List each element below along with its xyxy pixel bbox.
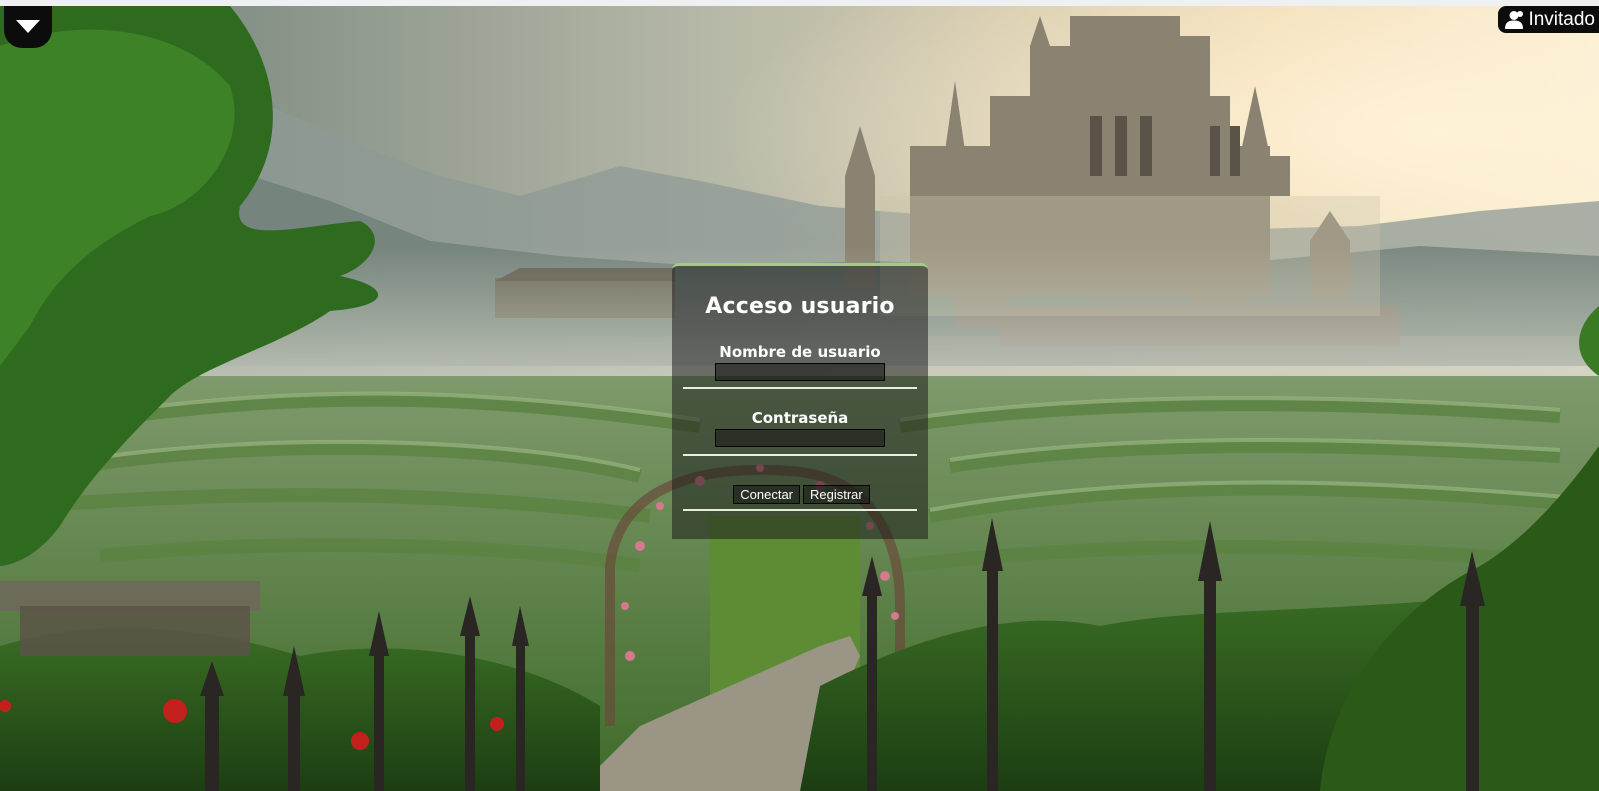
- username-separator: [683, 387, 917, 389]
- username-label: Nombre de usuario: [719, 343, 881, 361]
- password-separator: [683, 454, 917, 456]
- guest-user-badge[interactable]: Invitado: [1498, 6, 1599, 33]
- login-actions: Conectar Registrar: [672, 485, 928, 504]
- menu-toggle-button[interactable]: [4, 6, 52, 48]
- password-label: Contraseña: [751, 409, 849, 427]
- triangle-down-icon: [16, 20, 40, 33]
- register-button[interactable]: Registrar: [803, 485, 870, 504]
- user-icon: [1505, 10, 1524, 29]
- guest-label: Invitado: [1528, 8, 1595, 30]
- login-title: Acceso usuario: [705, 294, 895, 319]
- username-input[interactable]: [715, 363, 885, 381]
- login-page: Invitado Acceso usuario Nombre de usuari…: [0, 0, 1599, 791]
- password-input[interactable]: [715, 429, 885, 447]
- connect-button[interactable]: Conectar: [733, 485, 800, 504]
- login-panel: Acceso usuario Nombre de usuario Contras…: [672, 263, 928, 539]
- actions-separator: [683, 509, 917, 511]
